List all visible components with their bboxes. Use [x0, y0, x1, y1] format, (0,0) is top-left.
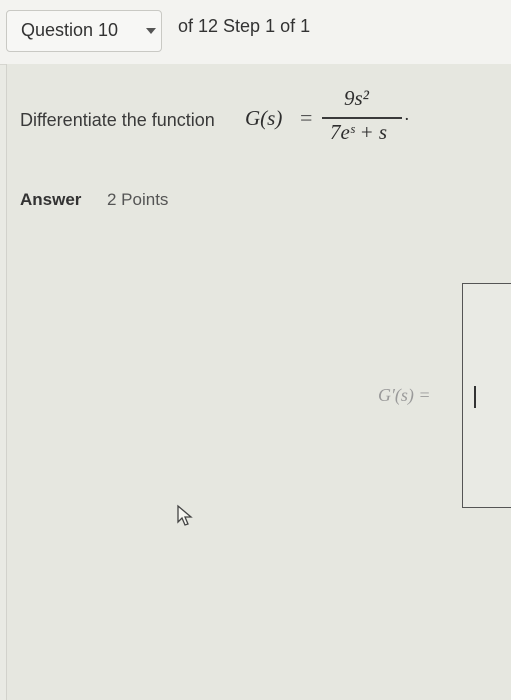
- answer-prefix: G′(s) =: [378, 385, 431, 405]
- answer-label: Answer: [20, 190, 82, 209]
- answer-input[interactable]: [462, 283, 511, 508]
- fraction-denominator: 7eˢ + s: [330, 120, 388, 144]
- points-label: 2 Points: [107, 190, 169, 209]
- period: .: [405, 104, 410, 124]
- question-prompt: Differentiate the function: [20, 110, 215, 130]
- fraction-bar: [322, 117, 402, 119]
- function-fraction: 9s² 7eˢ + s .: [322, 86, 414, 150]
- fraction-numerator: 9s²: [344, 86, 369, 110]
- mouse-pointer-icon: [177, 504, 193, 526]
- text-cursor: [474, 386, 476, 408]
- step-indicator: of 12 Step 1 of 1: [178, 16, 311, 36]
- question-header: Question 10 of 12 Step 1 of 1: [0, 0, 511, 65]
- question-panel: [6, 64, 511, 700]
- chevron-down-icon: [146, 28, 156, 34]
- function-name: G(s): [245, 106, 283, 130]
- question-select-label: Question 10: [21, 20, 119, 40]
- equals-sign: =: [300, 105, 313, 130]
- question-select[interactable]: Question 10: [6, 10, 162, 52]
